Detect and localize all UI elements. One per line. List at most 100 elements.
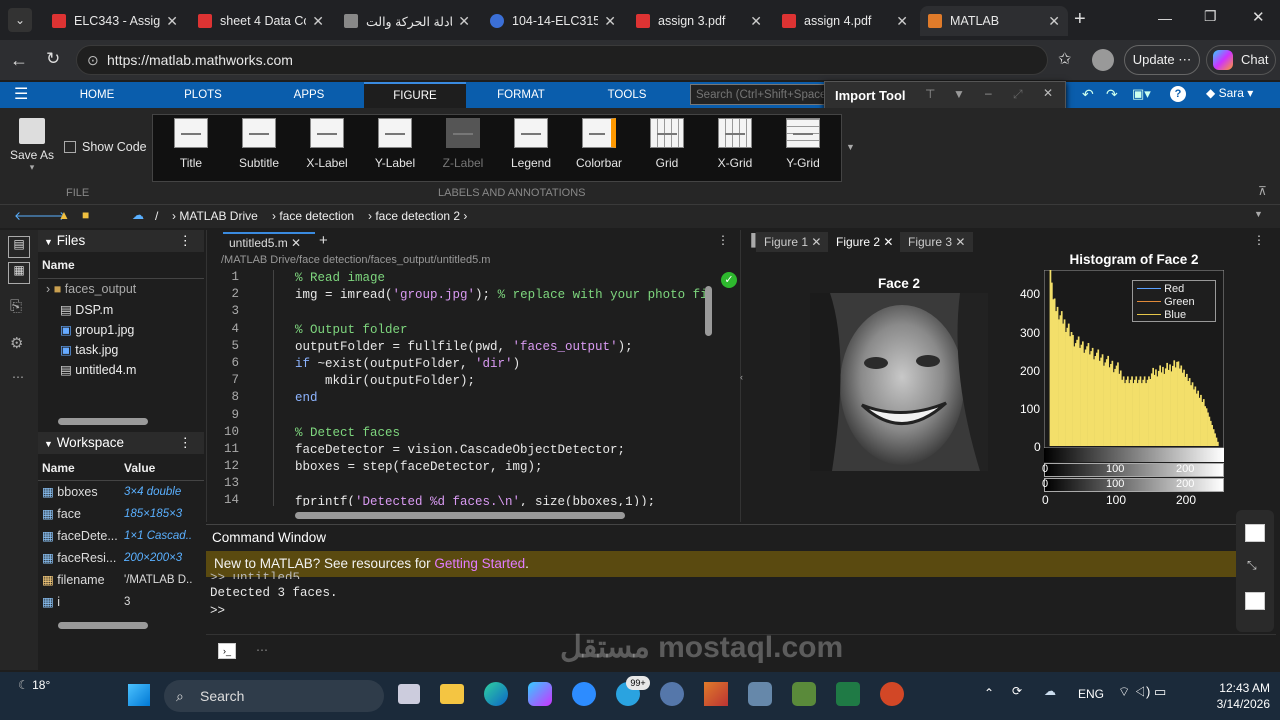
new-tab-icon[interactable]: +	[1074, 8, 1086, 31]
browser-tab-3[interactable]: معادلة الحركة والت✕	[336, 6, 478, 36]
expand-icon[interactable]: ⤢	[1013, 87, 1023, 102]
browse-folder-icon[interactable]: ■	[82, 208, 89, 222]
tab-figure-3[interactable]: Figure 3 ✕	[900, 232, 974, 252]
workspace-panel-icon[interactable]: ▦	[8, 262, 30, 284]
app-icon[interactable]	[748, 682, 772, 706]
menu-icon[interactable]: ☰	[14, 84, 28, 104]
code-analyzer-ok-icon[interactable]: ✓	[721, 272, 737, 288]
redo-icon[interactable]: ↷	[1106, 86, 1118, 103]
close-icon[interactable]: ✕	[291, 236, 301, 250]
more-icon[interactable]: ⋯	[12, 370, 24, 384]
file-item[interactable]: ▤ untitled4.m	[60, 362, 136, 377]
command-window[interactable]: Command Window New to MATLAB? See resour…	[206, 524, 1236, 632]
more-icon[interactable]: ⋯	[256, 643, 268, 657]
close-icon[interactable]: ✕	[1043, 86, 1053, 100]
figure-side-tool[interactable]: ‹	[740, 372, 743, 382]
tab-plots[interactable]: PLOTS	[168, 82, 238, 108]
layout-icon[interactable]: ▣▾	[1132, 86, 1151, 102]
close-icon[interactable]: ✕	[604, 13, 616, 30]
tab-figure[interactable]: FIGURE	[364, 82, 466, 108]
add-ons-icon[interactable]: ⚙	[10, 334, 23, 352]
minimize-icon[interactable]: –	[985, 86, 992, 100]
close-icon[interactable]: ✕	[1048, 13, 1060, 30]
update-button[interactable]: Update ⋯	[1124, 45, 1200, 75]
editor-vscrollbar[interactable]	[705, 286, 712, 336]
address-bar[interactable]: https://matlab.mathworks.com ⊙	[76, 45, 1048, 75]
tab-figure-1[interactable]: Figure 1 ✕	[756, 232, 830, 252]
tab-tools[interactable]: TOOLS	[592, 82, 662, 108]
file-item[interactable]: ▤ DSP.m	[60, 302, 113, 317]
workspace-row[interactable]: ▦ bboxes 3×4 double	[42, 484, 192, 506]
getting-started-link[interactable]: Getting Started	[434, 556, 525, 571]
copilot-chat-button[interactable]: Chat	[1206, 45, 1276, 75]
save-as-button[interactable]: Save As ▾	[8, 118, 56, 173]
panel-menu-icon[interactable]: ⋮	[179, 432, 193, 454]
restore-icon[interactable]: ❐	[1204, 8, 1217, 25]
browser-tab-matlab[interactable]: MATLAB ✕	[920, 6, 1068, 36]
close-icon[interactable]: ✕	[896, 13, 908, 30]
close-icon[interactable]: ✕	[811, 235, 821, 249]
tab-list-icon[interactable]: ⌄	[8, 8, 32, 32]
back-icon[interactable]: ←	[10, 50, 28, 71]
workspace-column-name[interactable]: Name	[42, 461, 75, 475]
ribbon-scroll-icon[interactable]: ⊼	[1258, 184, 1267, 198]
browser-tab-6[interactable]: assign 4.pdf ✕	[774, 6, 916, 36]
close-icon[interactable]: ✕	[166, 13, 178, 30]
file-item-folder[interactable]: › ■ faces_output	[46, 282, 136, 296]
gallery-expand-icon[interactable]: ▼	[846, 142, 855, 152]
workspace-row[interactable]: ▦ faceDete... 1×1 Cascad...	[42, 528, 192, 550]
task-view-icon[interactable]	[398, 684, 420, 704]
files-column-name[interactable]: Name	[42, 258, 75, 272]
tab-home[interactable]: HOME	[62, 82, 132, 108]
close-icon[interactable]: ✕	[955, 235, 965, 249]
refresh-icon[interactable]: ↻	[46, 49, 60, 69]
tools-icon[interactable]: ⤡	[1247, 558, 1257, 573]
help-icon[interactable]: ?	[1170, 86, 1186, 102]
file-explorer-icon[interactable]	[440, 684, 464, 704]
weather-widget[interactable]: ☾ 18°	[18, 678, 50, 692]
editor-menu-icon[interactable]: ⋮	[717, 233, 729, 247]
pin-icon[interactable]: ⊤	[925, 87, 935, 101]
subtitle-button[interactable]: Subtitle	[228, 118, 290, 170]
files-scrollbar[interactable]	[58, 418, 148, 425]
panel-menu-icon[interactable]: ⋮	[179, 230, 193, 252]
legend-button[interactable]: Legend	[500, 118, 562, 170]
figure-panel-icon[interactable]	[1245, 524, 1265, 542]
workspace-row[interactable]: ▦ i3	[42, 594, 192, 616]
dock-icon[interactable]: ▐	[747, 233, 756, 247]
powerpoint-icon[interactable]	[880, 682, 904, 706]
history-icon[interactable]: ⎘	[10, 298, 22, 315]
minimize-icon[interactable]: —	[1158, 10, 1172, 26]
search-input[interactable]	[690, 84, 830, 105]
excel-icon[interactable]	[836, 682, 860, 706]
grid-button[interactable]: Grid	[636, 118, 698, 170]
close-icon[interactable]: ✕	[458, 13, 470, 30]
colorbar-button[interactable]: Colorbar	[568, 118, 630, 170]
clock[interactable]: 12:43 AM 3/14/2026	[1196, 680, 1270, 712]
tab-apps[interactable]: APPS	[274, 82, 344, 108]
code-area[interactable]: 1 2 3 4 5 6 7 8 9 10 11 12 13 14 % Read image img = i…	[207, 270, 707, 506]
breadcrumb-face-detection[interactable]: › face detection	[272, 209, 354, 223]
xgrid-button[interactable]: X-Grid	[704, 118, 766, 170]
workspace-column-value[interactable]: Value	[124, 461, 155, 475]
profile-avatar[interactable]	[1092, 49, 1114, 71]
edge-icon[interactable]	[484, 682, 508, 706]
sync-icon[interactable]: ⟳	[1012, 684, 1022, 698]
start-icon[interactable]	[128, 684, 150, 706]
tab-figure-2[interactable]: Figure 2 ✕	[828, 232, 902, 252]
editor-hscrollbar[interactable]	[295, 512, 625, 519]
undo-icon[interactable]: ↶	[1082, 86, 1094, 103]
workspace-row[interactable]: ▦ faceResi... 200×200×3	[42, 550, 192, 572]
editor-tab[interactable]: untitled5.m ✕	[223, 232, 315, 252]
layout-panel-icon[interactable]	[1245, 592, 1265, 610]
files-panel-icon[interactable]: ▤	[8, 236, 30, 258]
copilot-icon[interactable]	[528, 682, 552, 706]
command-prompt[interactable]: >>	[210, 604, 225, 618]
terminal-icon[interactable]: ›_	[218, 643, 236, 659]
close-icon[interactable]: ✕	[883, 235, 893, 249]
workspace-row[interactable]: ▦ face 185×185×3	[42, 506, 192, 528]
language-indicator[interactable]: ENG	[1078, 687, 1104, 701]
path-dropdown-icon[interactable]: ▼	[1254, 209, 1263, 219]
favorites-icon[interactable]: ✩	[1058, 49, 1071, 69]
window-close-icon[interactable]: ✕	[1252, 8, 1265, 26]
